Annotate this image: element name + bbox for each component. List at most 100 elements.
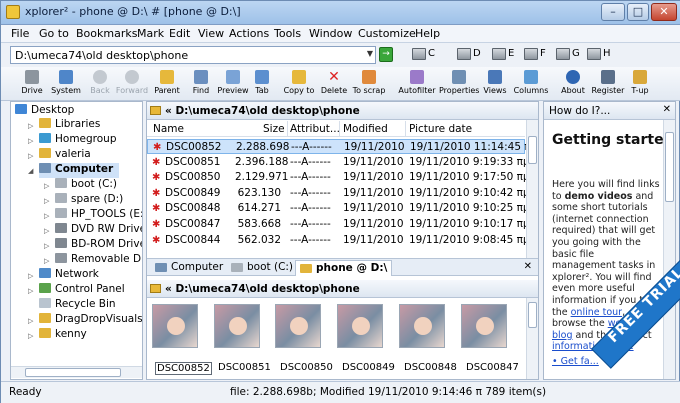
preview-button[interactable]: Preview [215,69,251,99]
tree-item-boot[interactable]: boot (C:) [55,178,117,193]
tree-item-network[interactable]: Network [39,268,99,283]
expand-arrow-icon[interactable]: ▷ [28,272,33,280]
drive-d-icon[interactable] [457,48,471,60]
to-scrap-button[interactable]: To scrap [351,69,387,99]
tree-item-recycle-bin[interactable]: Recycle Bin [39,298,116,313]
file-row[interactable]: ✱ DSC00850 2.129.971 ---A------ 19/11/2010 19… [147,170,530,185]
col-name[interactable]: Name [153,123,184,135]
tree-item-kenny[interactable]: kenny [39,328,87,343]
thumbnail-image[interactable] [275,304,321,348]
thumbnail-image[interactable] [399,304,445,348]
thumbnail-label[interactable]: DSC00847 [466,362,519,373]
expand-arrow-icon[interactable]: ▷ [28,122,33,130]
menu-bookmarks[interactable]: Bookmarks [76,27,137,40]
file-row[interactable]: ✱ DSC00848 614.271 ---A------ 19/11/2010 19/1… [147,201,530,216]
col-size[interactable]: Size [263,123,285,135]
tab-phone[interactable]: phone @ D:\ [295,260,393,276]
drive-button[interactable]: Drive [15,69,49,99]
collapse-arrow-icon[interactable]: ◢ [28,167,33,175]
drive-f-icon[interactable] [524,48,538,60]
menu-goto[interactable]: Go to [39,27,69,40]
expand-arrow-icon[interactable]: ▷ [44,182,49,190]
expand-arrow-icon[interactable]: ▷ [44,197,49,205]
address-field[interactable]: D:\umeca74\old desktop\phone ▼ [10,46,376,64]
thumbnail-image[interactable] [152,304,198,348]
thumbnail-label[interactable]: DSC00851 [218,362,271,373]
system-button[interactable]: System [49,69,83,99]
tree-item-libraries[interactable]: Libraries [39,118,100,133]
thumbnail-image[interactable] [337,304,383,348]
file-row[interactable]: ✱ DSC00847 583.668 ---A------ 19/11/2010 19/1… [147,217,530,232]
about-button[interactable]: About [559,69,587,99]
columns-button[interactable]: Columns [513,69,549,99]
expand-arrow-icon[interactable]: ▷ [28,287,33,295]
tree-item-desktop[interactable]: Desktop [15,104,74,119]
online-tour-link[interactable]: online tour [571,307,622,318]
expand-arrow-icon[interactable]: ▷ [28,317,33,325]
scroll-thumb[interactable] [528,136,537,164]
copy-to-button[interactable]: Copy to [283,69,315,99]
col-modified[interactable]: Modified [343,123,388,135]
find-button[interactable]: Find [187,69,215,99]
expand-arrow-icon[interactable]: ▷ [28,137,33,145]
scroll-thumb[interactable] [528,302,537,328]
tree-item-valeria[interactable]: valeria [39,148,91,163]
expand-arrow-icon[interactable]: ▷ [44,257,49,265]
expand-arrow-icon[interactable]: ▷ [28,152,33,160]
t-up-button[interactable]: T-up [627,69,653,99]
parent-button[interactable]: Parent [151,69,183,99]
menu-mark[interactable]: Mark [137,27,164,40]
go-button[interactable]: → [379,47,393,62]
drive-c-label[interactable]: C [428,48,435,59]
scroll-thumb[interactable] [25,368,121,377]
drive-d-label[interactable]: D [473,48,481,59]
thumbnail-scrollbar[interactable] [526,298,538,379]
col-attributes[interactable]: Attribut... [290,123,340,135]
thumbnail-label[interactable]: DSC00850 [280,362,333,373]
tab-button[interactable]: Tab [251,69,273,99]
menu-customize[interactable]: Customize [358,27,416,40]
expand-arrow-icon[interactable]: ▷ [28,332,33,340]
tree-item-control-panel[interactable]: Control Panel [39,283,125,298]
drive-h-icon[interactable] [587,48,601,60]
col-picture-date[interactable]: Picture date [409,123,472,135]
menu-help[interactable]: Help [415,27,440,40]
back-button[interactable]: Back [85,69,115,99]
tab-computer[interactable]: Computer [151,260,227,276]
drive-e-label[interactable]: E [508,48,514,59]
file-row[interactable]: ✱ DSC00852 2.288.698 ---A------ 19/11/2010 19… [147,139,537,154]
expand-arrow-icon[interactable]: ▷ [44,242,49,250]
menu-view[interactable]: View [198,27,224,40]
drive-h-label[interactable]: H [603,48,611,59]
views-button[interactable]: Views [481,69,509,99]
tree-item-removable[interactable]: Removable Disk [55,253,142,268]
get-fast-link[interactable]: • Get fa... [552,356,599,367]
forward-button[interactable]: Forward [115,69,149,99]
close-tab-icon[interactable]: ✕ [524,261,532,272]
thumbnail-label[interactable]: DSC00848 [404,362,457,373]
tree-item-dvd[interactable]: DVD RW Drive ( [55,223,142,238]
file-list-scrollbar[interactable] [526,120,538,258]
thumbnail-image[interactable] [461,304,507,348]
register-button[interactable]: Register [591,69,625,99]
tree-item-computer[interactable]: Computer [39,163,119,178]
delete-button[interactable]: ✕ Delete [319,69,349,99]
expand-arrow-icon[interactable]: ▷ [44,227,49,235]
close-help-icon[interactable]: ✕ [663,104,671,115]
drive-e-icon[interactable] [492,48,506,60]
properties-button[interactable]: Properties [439,69,479,99]
dropdown-arrow-icon[interactable]: ▼ [367,49,373,58]
tree-item-homegroup[interactable]: Homegroup [39,133,117,148]
tree-item-spare[interactable]: spare (D:) [55,193,123,208]
scroll-thumb[interactable] [665,132,674,202]
menu-edit[interactable]: Edit [169,27,190,40]
expand-arrow-icon[interactable]: ▷ [44,212,49,220]
tree-item-dragdropvisuals[interactable]: DragDropVisuals [39,313,142,328]
menu-file[interactable]: File [11,27,29,40]
help-scrollbar[interactable] [663,120,675,379]
drive-f-label[interactable]: F [540,48,546,59]
drive-g-icon[interactable] [556,48,570,60]
maximize-button[interactable]: □ [627,3,649,21]
file-row[interactable]: ✱ DSC00844 562.032 ---A------ 19/11/2010 19/1… [147,233,530,248]
tree-item-hp-tools[interactable]: HP_TOOLS (E:) [55,208,142,223]
